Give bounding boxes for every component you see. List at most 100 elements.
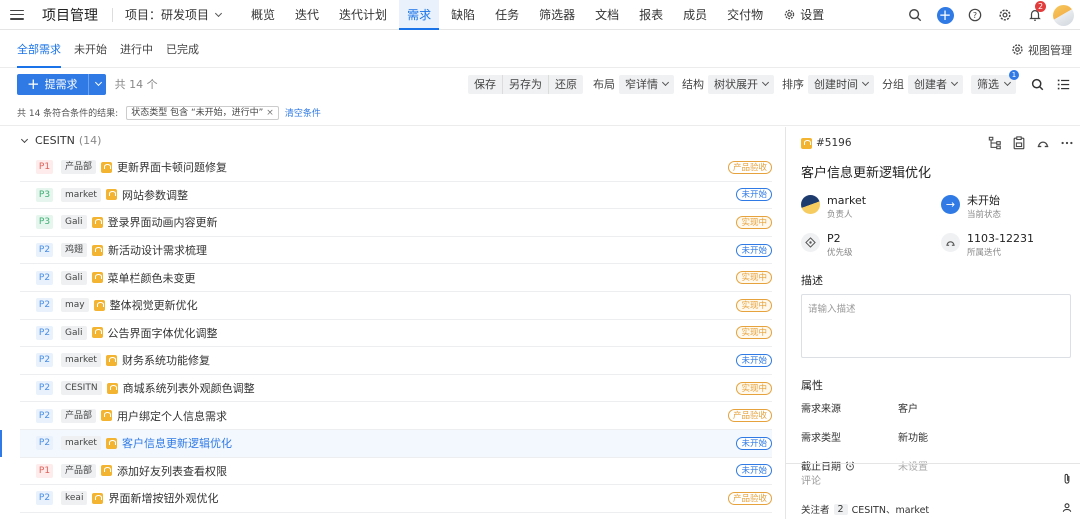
requirement-title[interactable]: 公告界面字体优化调整 (108, 325, 218, 341)
view-management-button[interactable]: 视图管理 (1011, 31, 1072, 68)
table-row[interactable]: P1 产品部 更新界面卡顿问题修复 产品验收 (20, 154, 772, 182)
help-button[interactable]: ? (960, 0, 990, 30)
status-badge[interactable]: 产品验收 (727, 491, 772, 505)
status-badge[interactable]: 产品验收 (727, 160, 772, 174)
watchers-count: 2 (833, 503, 848, 515)
table-row[interactable]: P1 产品部 添加好友列表查看权限 未开始 (20, 458, 772, 486)
add-requirement-button[interactable]: + 提需求 (17, 73, 106, 95)
nav-item-reports[interactable]: 报表 (631, 0, 671, 30)
nav-item-iteration-plan[interactable]: 迭代计划 (331, 0, 395, 30)
table-row[interactable]: P2 market 财务系统功能修复 未开始 (20, 347, 772, 375)
status-badge[interactable]: 实现中 (736, 271, 772, 285)
search-button[interactable] (900, 0, 930, 30)
status-badge[interactable]: 实现中 (736, 326, 772, 340)
priority-value: P2 (827, 232, 841, 245)
table-row[interactable]: P2 may 整体视觉更新优化 实现中 (20, 292, 772, 320)
settings-button[interactable] (990, 0, 1020, 30)
table-row[interactable]: P2 Gali 菜单栏颜色未变更 实现中 (20, 264, 772, 292)
table-row[interactable]: P2 keai 界面新增按钮外观优化 产品验收 (20, 485, 772, 513)
iteration-icon[interactable] (1036, 136, 1050, 150)
nav-item-deliverables[interactable]: 交付物 (719, 0, 771, 30)
table-row[interactable]: P3 Gali 登录界面动画内容更新 实现中 (20, 209, 772, 237)
layout-select[interactable]: 窄详情 (619, 74, 674, 94)
description-input[interactable]: 请输入描述 (801, 294, 1071, 358)
hamburger-menu-icon[interactable] (10, 9, 24, 20)
nav-item-defects[interactable]: 缺陷 (443, 0, 483, 30)
clear-conditions-link[interactable]: 清空条件 (285, 106, 321, 119)
status-badge[interactable]: 实现中 (736, 298, 772, 312)
status-field[interactable]: → 未开始 当前状态 (941, 194, 1001, 222)
filter-condition-tag[interactable]: 状态类型 包含 “未开始，进行中” × (126, 105, 279, 120)
requirement-title[interactable]: 用户绑定个人信息需求 (117, 408, 227, 424)
tab-all[interactable]: 全部需求 (17, 31, 61, 68)
requirement-title[interactable]: 客户信息更新逻辑优化 (122, 435, 232, 451)
hierarchy-icon[interactable] (988, 136, 1002, 150)
status-badge[interactable]: 未开始 (736, 188, 772, 202)
iteration-field[interactable]: 1103-12231 所属迭代 (941, 232, 1034, 260)
requirement-title[interactable]: 更新界面卡顿问题修复 (117, 159, 227, 175)
nav-item-tasks[interactable]: 任务 (487, 0, 527, 30)
attr-row-type[interactable]: 需求类型 新功能 (786, 422, 1080, 451)
owner-field[interactable]: market 负责人 (801, 194, 866, 222)
create-button[interactable]: + (930, 0, 960, 30)
nav-item-requirements[interactable]: 需求 (399, 0, 440, 30)
requirement-title[interactable]: 整体视觉更新优化 (110, 297, 198, 313)
status-badge[interactable]: 未开始 (736, 464, 772, 478)
filter-button[interactable]: 筛选 1 (971, 69, 1019, 94)
status-badge[interactable]: 未开始 (736, 353, 772, 367)
paperclip-icon[interactable] (1061, 473, 1073, 485)
nav-item-filters[interactable]: 筛选器 (531, 0, 583, 30)
status-badge[interactable]: 未开始 (736, 436, 772, 450)
requirement-title[interactable]: 界面新增按钮外观优化 (108, 490, 218, 506)
requirement-title[interactable]: 商城系统列表外观颜色调整 (123, 380, 255, 396)
close-icon[interactable]: × (266, 108, 274, 118)
add-requirement-dropdown[interactable] (87, 73, 106, 95)
list-search-button[interactable] (1026, 73, 1048, 95)
table-row[interactable]: P2 鸡翅 新活动设计需求梳理 未开始 (20, 237, 772, 265)
add-requirement-main[interactable]: + 提需求 (17, 74, 88, 95)
attr-row-source[interactable]: 需求来源 客户 (786, 393, 1080, 422)
requirement-title[interactable]: 财务系统功能修复 (122, 352, 210, 368)
tab-in-progress[interactable]: 进行中 (120, 31, 153, 68)
notifications-button[interactable]: 2 (1020, 0, 1050, 30)
status-badge[interactable]: 实现中 (736, 381, 772, 395)
comment-input[interactable]: 评论 (786, 463, 1080, 494)
requirement-title[interactable]: 菜单栏颜色未变更 (108, 270, 196, 286)
save-as-button[interactable]: 另存为 (503, 74, 549, 94)
priority-badge: P2 (36, 353, 53, 368)
save-button[interactable]: 保存 (468, 74, 503, 94)
group-select[interactable]: 创建者 (908, 74, 963, 94)
requirement-title[interactable]: 登录界面动画内容更新 (108, 214, 218, 230)
table-row[interactable]: P2 CESITN 商城系统列表外观颜色调整 实现中 (20, 375, 772, 403)
add-watcher-icon[interactable] (1061, 502, 1073, 514)
user-avatar-button[interactable] (1050, 0, 1080, 30)
priority-field[interactable]: P2 优先级 (801, 232, 853, 260)
status-badge[interactable]: 实现中 (736, 215, 772, 229)
more-icon[interactable] (1060, 136, 1074, 150)
requirement-title[interactable]: 网站参数调整 (122, 187, 188, 203)
tab-completed[interactable]: 已完成 (166, 31, 199, 68)
status-badge[interactable]: 产品验收 (727, 409, 772, 423)
table-row[interactable]: P3 market 网站参数调整 未开始 (20, 182, 772, 210)
nav-item-settings[interactable]: 设置 (775, 0, 832, 30)
table-row[interactable]: P2 Gali 公告界面字体优化调整 实现中 (20, 320, 772, 348)
nav-item-overview[interactable]: 概览 (243, 0, 283, 30)
detail-title[interactable]: 客户信息更新逻辑优化 (786, 161, 1080, 186)
tab-not-started[interactable]: 未开始 (74, 31, 107, 68)
requirement-title[interactable]: 新活动设计需求梳理 (108, 242, 207, 258)
table-row[interactable]: P2 market 客户信息更新逻辑优化 未开始 (0, 429, 772, 458)
structure-select[interactable]: 树状展开 (708, 74, 774, 94)
sort-select[interactable]: 创建时间 (808, 74, 874, 94)
table-row[interactable]: P2 产品部 用户绑定个人信息需求 产品验收 (20, 402, 772, 430)
arrow-right-icon: → (941, 195, 960, 214)
project-selector[interactable]: 项目：研发项目 (125, 6, 223, 23)
nav-item-members[interactable]: 成员 (675, 0, 715, 30)
requirement-title[interactable]: 添加好友列表查看权限 (117, 463, 227, 479)
status-badge[interactable]: 未开始 (736, 243, 772, 257)
nav-item-docs[interactable]: 文档 (587, 0, 627, 30)
list-view-button[interactable] (1052, 73, 1074, 95)
nav-item-iteration[interactable]: 迭代 (287, 0, 327, 30)
group-header[interactable]: CESITN (14) (0, 127, 785, 154)
clipboard-icon[interactable] (1012, 136, 1026, 150)
restore-button[interactable]: 还原 (549, 75, 583, 94)
